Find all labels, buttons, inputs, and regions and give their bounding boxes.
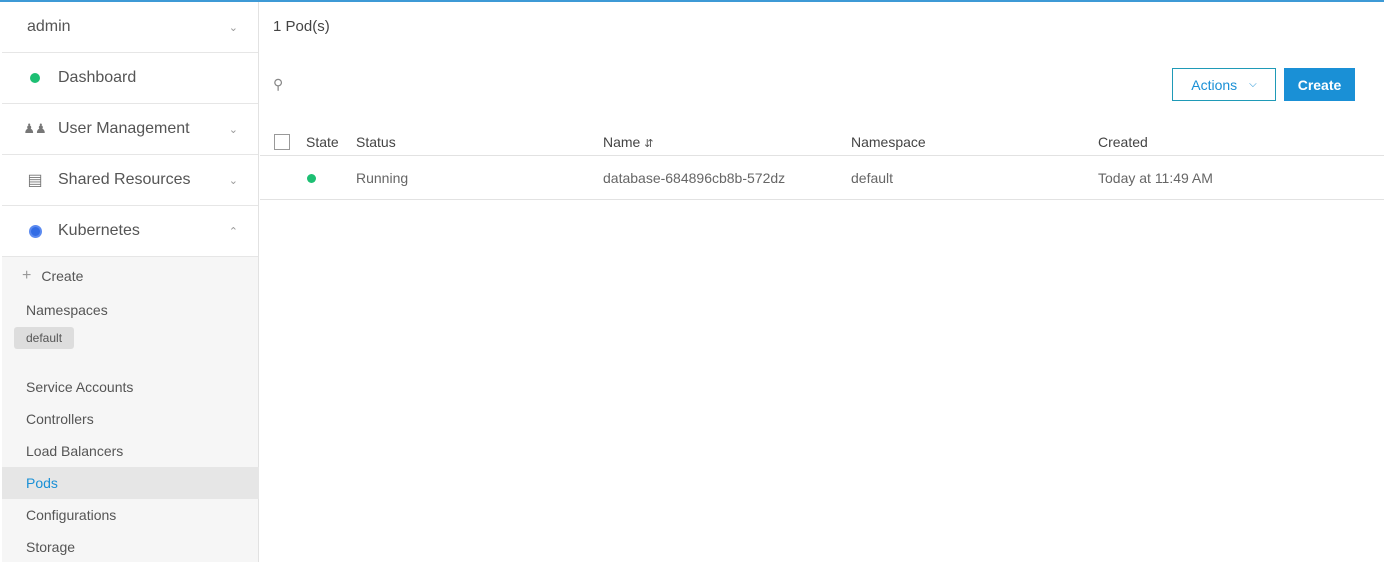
actions-label: Actions	[1191, 76, 1238, 93]
kubernetes-icon	[27, 224, 43, 238]
namespace-chip[interactable]: default	[14, 327, 75, 349]
k8s-pods[interactable]: Pods	[2, 467, 259, 499]
k8s-controllers[interactable]: Controllers	[2, 403, 258, 435]
sidebar: admin ⌄ Dashboard ♟♟ User Management ⌄ ▤…	[2, 2, 259, 562]
nav-label: User Management	[58, 120, 190, 137]
user-menu[interactable]: admin ⌄	[2, 2, 258, 53]
col-created[interactable]: Created	[1098, 134, 1148, 150]
actions-button[interactable]: Actions ⌵	[1172, 68, 1276, 101]
k8s-storage[interactable]: Storage	[2, 531, 258, 563]
col-name[interactable]: Name ⇵	[603, 134, 653, 150]
chevron-up-icon: ⌃	[228, 225, 238, 238]
chevron-down-icon: ⌄	[228, 174, 238, 187]
user-name: admin	[27, 18, 71, 35]
nav-dashboard[interactable]: Dashboard	[2, 53, 258, 104]
col-name-label: Name	[603, 133, 641, 150]
nav-label: Shared Resources	[58, 171, 191, 188]
pod-name[interactable]: database-684896cb8b-572dz	[603, 170, 785, 186]
k8s-namespaces[interactable]: Namespaces	[2, 289, 258, 331]
kubernetes-submenu: + Create Namespaces default Service Accou…	[2, 257, 259, 563]
table-header: State Status Name ⇵ Namespace Created	[260, 128, 1384, 156]
table-row[interactable]: Running database-684896cb8b-572dz defaul…	[260, 156, 1384, 200]
col-namespace[interactable]: Namespace	[851, 134, 926, 150]
nav-shared-resources[interactable]: ▤ Shared Resources ⌄	[2, 155, 258, 206]
plus-icon: +	[22, 267, 32, 284]
col-state[interactable]: State	[306, 134, 339, 150]
search-icon[interactable]: ⚲	[273, 76, 283, 93]
dashboard-dot-icon	[27, 73, 43, 83]
shared-resources-icon: ▤	[27, 172, 43, 189]
create-label: Create	[41, 268, 84, 284]
nav-user-management[interactable]: ♟♟ User Management ⌄	[2, 104, 258, 155]
pod-status: Running	[356, 169, 409, 186]
state-running-icon	[307, 170, 316, 186]
chevron-down-icon: ⌵	[1249, 79, 1257, 90]
k8s-configurations[interactable]: Configurations	[2, 499, 258, 531]
pod-created: Today at 11:49 AM	[1098, 169, 1213, 186]
nav-label: Kubernetes	[58, 222, 140, 239]
nav-kubernetes[interactable]: Kubernetes ⌃	[2, 206, 258, 257]
page-title: 1 Pod(s)	[273, 18, 330, 35]
main-content: 1 Pod(s) ⚲ Actions ⌵ Create State Status …	[260, 2, 1384, 562]
chevron-down-icon: ⌄	[228, 123, 238, 136]
nav-label: Dashboard	[58, 69, 137, 86]
k8s-create[interactable]: + Create	[2, 263, 258, 289]
create-button[interactable]: Create	[1284, 68, 1355, 101]
k8s-load-balancers[interactable]: Load Balancers	[2, 435, 258, 467]
users-icon: ♟♟	[23, 121, 47, 136]
select-all-checkbox[interactable]	[274, 133, 290, 150]
namespaces-label: Namespaces	[26, 302, 108, 318]
col-status[interactable]: Status	[356, 134, 396, 150]
pod-namespace: default	[851, 169, 894, 186]
sort-icon: ⇵	[644, 137, 654, 150]
k8s-service-accounts[interactable]: Service Accounts	[2, 371, 258, 403]
chevron-down-icon: ⌄	[228, 21, 238, 34]
